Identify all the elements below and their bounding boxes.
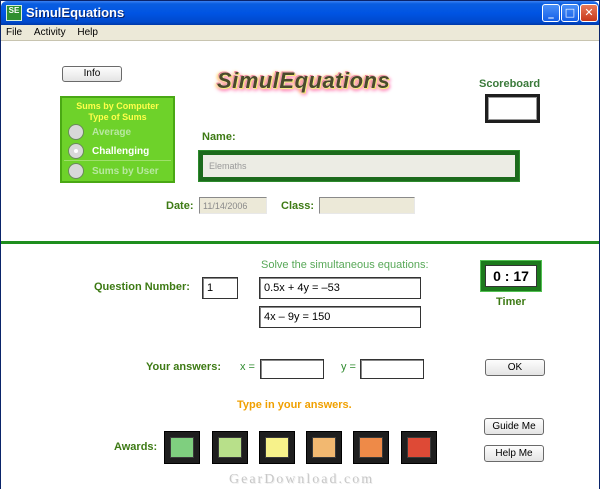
help-me-button[interactable]: Help Me	[484, 445, 544, 462]
question-number-label: Question Number:	[94, 281, 190, 293]
timer-display: 0 : 17	[481, 261, 541, 291]
y-label: y =	[341, 361, 356, 373]
window-title: SimulEquations	[26, 5, 125, 20]
ok-button[interactable]: OK	[485, 359, 545, 376]
award-6-fill	[407, 437, 431, 458]
x-label: x =	[240, 361, 255, 373]
sum-type-header: Sums by Computer Type of Sums	[62, 101, 173, 123]
date-label: Date:	[166, 200, 194, 212]
app-logo: SimulEquations	[217, 68, 391, 93]
x-answer-input[interactable]	[260, 359, 324, 379]
award-3	[259, 431, 295, 464]
award-4	[306, 431, 342, 464]
award-1	[164, 431, 200, 464]
name-label: Name:	[202, 131, 236, 143]
scoreboard-display	[485, 94, 540, 123]
title-bar[interactable]: SE SimulEquations _ □ ✕	[1, 1, 599, 25]
menu-bar: File Activity Help	[1, 25, 599, 41]
watermark: GearDownload.com	[229, 472, 375, 487]
award-1-fill	[170, 437, 194, 458]
award-3-fill	[265, 437, 289, 458]
app-icon: SE	[6, 5, 22, 21]
section-divider	[1, 241, 599, 244]
info-button[interactable]: Info	[62, 66, 122, 82]
your-answers-label: Your answers:	[146, 361, 221, 373]
award-5-fill	[359, 437, 383, 458]
y-answer-input[interactable]	[360, 359, 424, 379]
maximize-button[interactable]: □	[561, 4, 579, 22]
award-4-fill	[312, 437, 336, 458]
award-6	[401, 431, 437, 464]
menu-help[interactable]: Help	[72, 25, 102, 38]
question-number-field: 1	[202, 277, 238, 299]
minimize-button[interactable]: _	[542, 4, 560, 22]
radio-challenging[interactable]	[68, 143, 84, 159]
sum-type-title: Sums by Computer	[76, 101, 159, 111]
class-field[interactable]	[319, 197, 415, 214]
menu-activity[interactable]: Activity	[29, 25, 70, 38]
radio-average[interactable]	[68, 124, 84, 140]
date-field: 11/14/2006	[199, 197, 267, 214]
radio-challenging-label[interactable]: Challenging	[92, 146, 149, 157]
radio-sums-by-user[interactable]	[68, 163, 84, 179]
equation-1: 0.5x + 4y = –53	[259, 277, 421, 299]
instruction-text: Solve the simultaneous equations:	[261, 259, 429, 271]
scoreboard-label: Scoreboard	[479, 78, 541, 90]
award-2	[212, 431, 248, 464]
sum-type-subtitle: Type of Sums	[88, 112, 147, 122]
main-panel: Info SimulEquations Scoreboard Sums by C…	[1, 41, 599, 489]
menu-file[interactable]: File	[1, 25, 26, 38]
timer-label: Timer	[496, 296, 526, 308]
awards-label: Awards:	[114, 441, 158, 453]
hint-text: Type in your answers.	[237, 399, 352, 411]
equation-2: 4x – 9y = 150	[259, 306, 421, 328]
radio-average-label[interactable]: Average	[92, 127, 131, 138]
close-button[interactable]: ✕	[580, 4, 598, 22]
radio-sums-by-user-label[interactable]: Sums by User	[92, 166, 159, 177]
app-window: SE SimulEquations _ □ ✕ File Activity He…	[0, 0, 600, 489]
award-5	[353, 431, 389, 464]
sum-type-panel: Sums by Computer Type of Sums Average Ch…	[60, 96, 175, 183]
radio-divider	[64, 160, 171, 161]
name-field[interactable]: Elemaths	[199, 151, 519, 181]
class-label: Class:	[281, 200, 315, 212]
guide-me-button[interactable]: Guide Me	[484, 418, 544, 435]
award-2-fill	[218, 437, 242, 458]
